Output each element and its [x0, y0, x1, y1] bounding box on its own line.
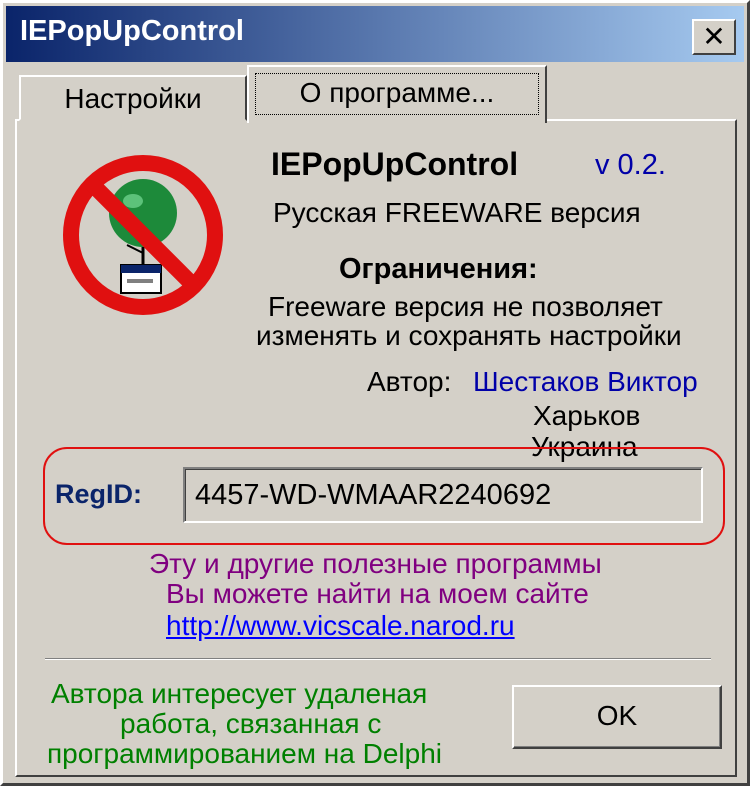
limitations-heading: Ограничения: [339, 253, 538, 285]
ok-button[interactable]: OK [512, 685, 722, 749]
author-label: Автор: [367, 366, 452, 397]
tab-settings[interactable]: Настройки [19, 75, 247, 121]
regid-field[interactable]: 4457-WD-WMAAR2240692 [183, 467, 703, 523]
tab-about[interactable]: О программе... [247, 65, 547, 123]
app-version: v 0.2. [595, 149, 666, 181]
tab-settings-label: Настройки [64, 83, 202, 114]
author-city: Харьков [533, 400, 641, 431]
edition-text: Русская FREEWARE версия [273, 197, 641, 228]
tab-focus-rect [255, 73, 539, 115]
app-name: IEPopUpControl [271, 146, 519, 182]
close-button[interactable]: ✕ [692, 19, 736, 55]
author-name: Шестаков Виктор [473, 366, 698, 397]
hire-text-line-3: программированием на Delphi [47, 738, 442, 769]
dialog-window: IEPopUpControl ✕ Настройки О программе..… [0, 0, 750, 786]
regid-label: RegID: [55, 479, 142, 509]
hire-text-line-1: Автора интересует удаленая [51, 678, 428, 709]
site-text-line-1: Эту и другие полезные программы [149, 548, 602, 579]
limitations-line-2: изменять и сохранять настройки [256, 320, 682, 351]
limitations-line-1: Freeware версия не позволяет [268, 291, 663, 322]
close-icon: ✕ [702, 20, 726, 53]
hire-text-line-2: работа, связанная с [120, 708, 382, 739]
site-text-line-2: Вы можете найти на моем сайте [166, 578, 589, 609]
window-title: IEPopUpControl [20, 15, 244, 47]
website-link[interactable]: http://www.vicscale.narod.ru [166, 610, 515, 642]
no-popup-prohibited-icon [63, 155, 223, 315]
divider [45, 658, 711, 660]
title-bar[interactable]: IEPopUpControl ✕ [6, 6, 744, 62]
